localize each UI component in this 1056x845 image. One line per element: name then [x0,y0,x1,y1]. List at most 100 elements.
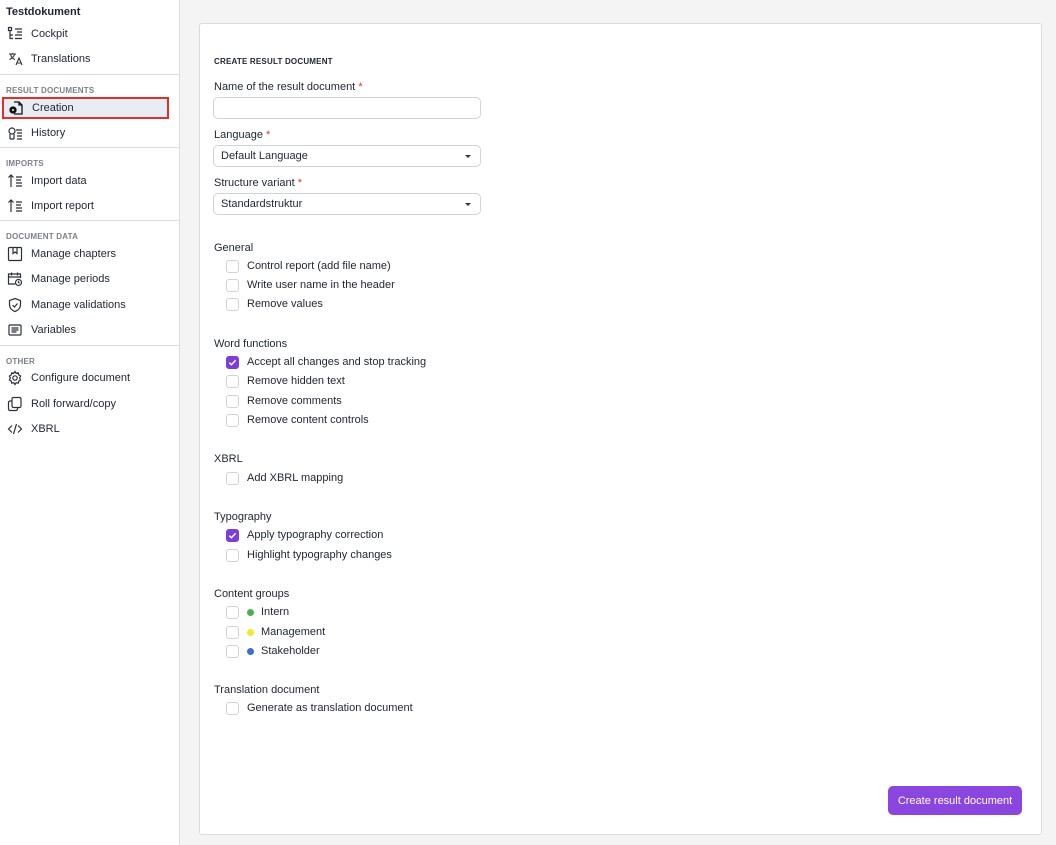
option-content-group-management[interactable]: Management [226,624,325,640]
checkbox[interactable] [226,297,239,311]
history-icon [6,124,24,142]
checkbox[interactable] [226,471,239,485]
checkbox[interactable] [226,259,239,273]
sidebar: Testdokument Cockpit Translations RESULT… [0,0,180,845]
option-generate-translation-document[interactable]: Generate as translation document [226,700,413,716]
shield-check-icon [6,296,24,314]
option-label: Control report (add file name) [247,260,391,272]
sidebar-item-xbrl[interactable]: XBRL [6,418,168,440]
sidebar-item-variables[interactable]: Variables [6,319,168,341]
sidebar-item-label: Import data [31,175,87,187]
option-label: Remove comments [247,395,342,407]
translate-icon [6,50,24,68]
sidebar-item-label: Configure document [31,372,131,384]
sidebar-item-label: Import report [31,200,94,212]
language-label: Language * [214,129,270,141]
option-accept-all-changes[interactable]: Accept all changes and stop tracking [226,354,426,370]
group-heading-xbrl: XBRL [214,453,243,465]
sidebar-item-cockpit[interactable]: Cockpit [6,23,168,45]
option-label: Intern [261,606,290,618]
import-icon [6,197,24,215]
sidebar-item-label: XBRL [31,423,60,435]
list-box-icon [6,321,24,339]
option-remove-values[interactable]: Remove values [226,296,323,312]
divider [0,147,179,148]
check-icon [228,359,237,366]
name-label: Name of the result document * [214,81,363,93]
document-title: Testdokument [6,6,81,18]
sidebar-item-label: Creation [32,102,74,114]
sidebar-item-manage-periods[interactable]: Manage periods [6,268,168,290]
divider [0,74,179,75]
checkbox-checked[interactable] [226,528,239,542]
copy-icon [6,395,24,413]
sidebar-item-import-data[interactable]: Import data [6,170,168,192]
sidebar-item-manage-validations[interactable]: Manage validations [6,294,168,316]
group-heading-content-groups: Content groups [214,588,290,600]
option-label: Generate as translation document [247,702,413,714]
sidebar-item-roll-forward[interactable]: Roll forward/copy [6,393,168,415]
chevron-down-icon [465,154,471,158]
checkbox[interactable] [226,278,239,292]
checkbox[interactable] [226,374,239,388]
checkbox[interactable] [226,394,239,408]
section-label-document-data: DOCUMENT DATA [6,232,79,241]
section-label-imports: IMPORTS [6,159,44,168]
create-result-document-button[interactable]: Create result document [888,786,1022,815]
sidebar-item-configure-document[interactable]: Configure document [6,367,168,389]
divider [0,345,179,346]
chevron-down-icon [465,202,471,206]
option-highlight-typography-changes[interactable]: Highlight typography changes [226,547,392,563]
option-write-user-name[interactable]: Write user name in the header [226,277,395,293]
import-icon [6,172,24,190]
option-label: Stakeholder [261,645,320,657]
option-content-group-intern[interactable]: Intern [226,604,289,620]
color-dot-icon [247,608,254,616]
sidebar-item-creation[interactable]: Creation [2,97,169,119]
gear-icon [6,369,24,387]
group-heading-general: General [214,242,254,254]
section-label-result-documents: RESULT DOCUMENTS [6,86,95,95]
checkbox[interactable] [226,605,239,619]
sidebar-item-label: Variables [31,324,77,336]
checkbox[interactable] [226,701,239,715]
option-remove-hidden-text[interactable]: Remove hidden text [226,373,345,389]
name-input[interactable] [213,97,481,119]
sidebar-item-label: Translations [31,53,91,65]
language-label-text: Language [214,129,263,141]
checkbox-checked[interactable] [226,355,239,369]
language-select[interactable]: Default Language [213,145,481,167]
required-mark: * [358,81,363,93]
calendar-clock-icon [6,270,24,288]
group-heading-word-functions: Word functions [214,338,288,350]
option-remove-comments[interactable]: Remove comments [226,393,342,409]
sidebar-item-label: Manage periods [31,273,110,285]
group-heading-translation-document: Translation document [214,684,320,696]
code-icon [6,420,24,438]
form-title: CREATE RESULT DOCUMENT [214,57,333,66]
sidebar-item-import-report[interactable]: Import report [6,195,168,217]
checkbox[interactable] [226,548,239,562]
option-remove-content-controls[interactable]: Remove content controls [226,412,369,428]
sidebar-item-history[interactable]: History [6,122,168,144]
option-apply-typography-correction[interactable]: Apply typography correction [226,527,383,543]
section-label-other: OTHER [6,357,35,366]
divider [0,220,179,221]
group-heading-typography: Typography [214,511,272,523]
sidebar-item-translations[interactable]: Translations [6,48,168,70]
sidebar-item-manage-chapters[interactable]: Manage chapters [6,243,168,265]
checkbox[interactable] [226,644,239,658]
checkbox[interactable] [226,625,239,639]
create-result-document-panel: CREATE RESULT DOCUMENT Name of the resul… [199,23,1042,835]
structure-variant-select[interactable]: Standardstruktur [213,193,481,215]
option-label: Apply typography correction [247,529,384,541]
option-control-report[interactable]: Control report (add file name) [226,258,391,274]
option-content-group-stakeholder[interactable]: Stakeholder [226,643,320,659]
color-dot-icon [247,647,254,655]
sidebar-item-label: History [31,127,66,139]
option-label: Remove hidden text [247,375,345,387]
checkbox[interactable] [226,413,239,427]
sidebar-item-label: Manage chapters [31,248,116,260]
option-add-xbrl-mapping[interactable]: Add XBRL mapping [226,470,343,486]
option-label: Highlight typography changes [247,549,392,561]
